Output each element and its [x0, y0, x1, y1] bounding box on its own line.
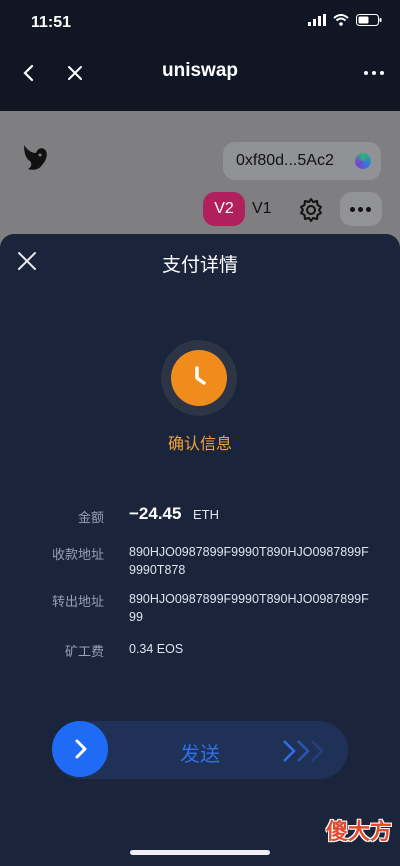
uniswap-logo-icon[interactable] — [18, 141, 52, 175]
battery-icon — [356, 14, 382, 26]
receiver-address: 890HJO0987899F9990T890HJO0987899F9990T87… — [129, 545, 369, 577]
fee-label: 矿工费 — [64, 644, 104, 659]
signal-icon — [308, 14, 326, 26]
arrows-right-icon — [283, 740, 324, 762]
amount-value: −24.45 — [129, 504, 182, 523]
fee-value: 0.34 EOS — [129, 642, 184, 656]
status-text: 确认信息 — [167, 436, 232, 453]
pending-status — [161, 340, 237, 416]
send-slider[interactable]: 发送 — [52, 721, 348, 779]
status-time: 11:51 — [31, 14, 72, 31]
app-header: 11:51 uniswap — [0, 0, 400, 111]
wallet-address: 0xf80d...5Ac2 — [236, 152, 334, 169]
sender-label: 转出地址 — [51, 594, 104, 609]
home-indicator — [130, 850, 270, 855]
version-v2-button[interactable]: V2 — [203, 192, 245, 226]
clock-icon — [171, 350, 227, 406]
watermark: 傻大方 — [325, 819, 392, 844]
version-v1-button[interactable]: V1 — [252, 192, 280, 226]
payment-details-sheet: 支付详情 确认信息 金额 −24.45 ETH 收款地址 890HJO09878… — [0, 234, 400, 866]
more-icon[interactable] — [362, 62, 386, 84]
wallet-avatar-icon — [355, 153, 371, 169]
amount-unit: ETH — [193, 507, 219, 522]
more-options-button[interactable] — [340, 192, 382, 226]
gear-icon[interactable] — [298, 197, 324, 223]
page-title: uniswap — [161, 60, 238, 81]
sender-address: 890HJO0987899F9990T890HJO0987899F99 — [129, 592, 369, 624]
receiver-label: 收款地址 — [51, 547, 104, 562]
sheet-title: 支付详情 — [161, 255, 238, 276]
status-icons — [308, 14, 382, 26]
wallet-address-button[interactable]: 0xf80d...5Ac2 — [223, 142, 381, 180]
wifi-icon — [333, 14, 349, 26]
amount-label: 金额 — [77, 510, 104, 525]
